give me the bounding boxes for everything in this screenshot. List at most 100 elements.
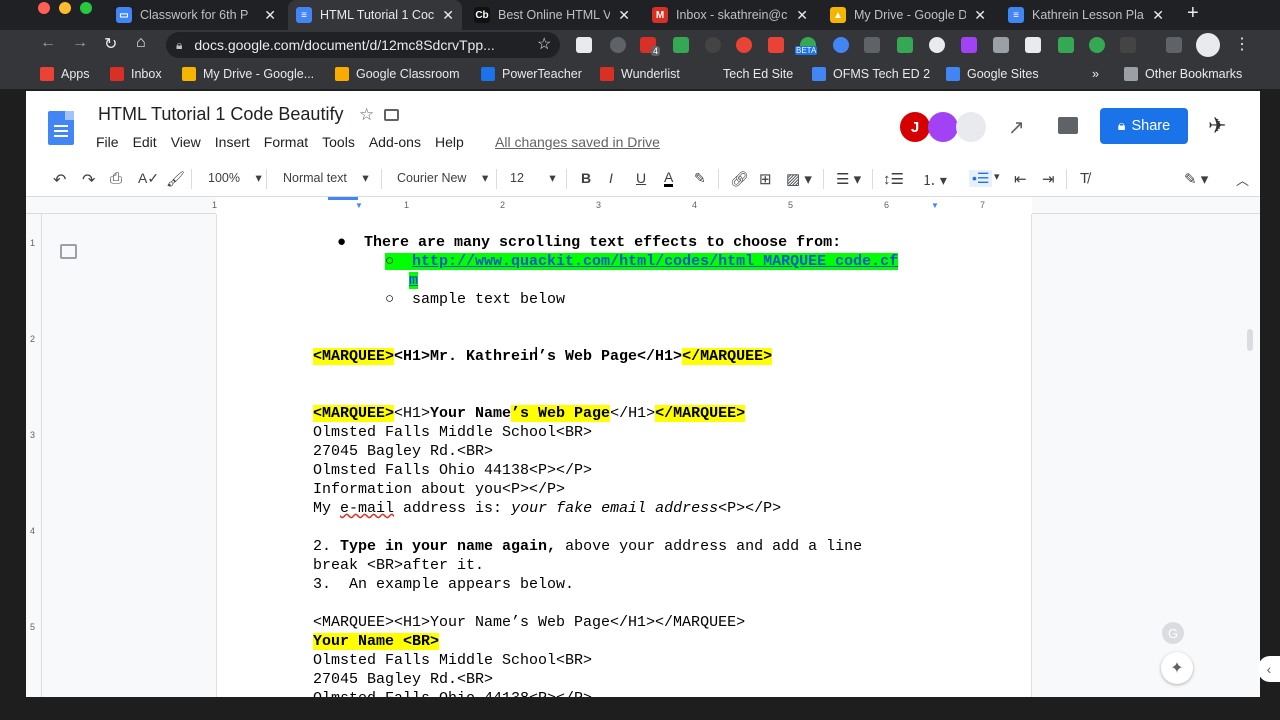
left-indent-icon[interactable]: ▼ [355,201,363,210]
font-size-select[interactable]: 12 ▾ [510,170,556,185]
activity-trend-icon[interactable]: ↗ [1008,115,1025,140]
insert-link-icon[interactable]: 🔗︎ [730,170,749,188]
right-indent-icon[interactable]: ▼ [931,201,939,210]
underline-icon[interactable]: U [636,170,646,186]
tab-html-tutorial[interactable]: ≡ HTML Tutorial 1 Coc ✕ [288,0,462,30]
extension-pen-icon[interactable] [833,37,849,53]
spellcheck-icon[interactable]: A✓ [138,170,159,187]
redo-icon[interactable]: ↷ [82,170,95,190]
clear-formatting-icon[interactable]: T̸ [1080,170,1089,187]
home-icon[interactable]: ⌂ [136,34,146,52]
bookmark-ofms[interactable]: OFMS Tech ED 2 [812,67,930,81]
paragraph-style-select[interactable]: Normal text ▾ [283,170,369,185]
numbered-list-icon[interactable]: ⒈ ▾ [922,170,947,190]
docs-logo-icon[interactable] [48,111,74,145]
font-select[interactable]: Courier New ▾ [397,170,488,185]
bookmark-other[interactable]: Other Bookmarks [1124,67,1242,81]
bookmarks-overflow-icon[interactable]: » [1092,67,1099,81]
tab-inbox[interactable]: M Inbox - skathrein@c ✕ [644,0,816,30]
extension-feather-icon[interactable] [897,37,913,53]
quackit-link[interactable]: http://www.quackit.com/html/codes/html_M… [412,253,898,270]
new-tab-button[interactable]: + [1187,2,1199,25]
menu-insert[interactable]: Insert [215,134,250,150]
close-tab-icon[interactable]: ✕ [1152,7,1164,24]
insert-image-icon[interactable]: ▨ ▾ [786,170,812,188]
highlight-pen-icon[interactable]: ✎ [694,170,706,187]
explore-icon[interactable]: ✦ [1161,652,1193,684]
bookmark-star-icon[interactable]: ☆ [537,34,551,54]
side-panel-toggle-icon[interactable]: ‹ [1258,656,1280,682]
menu-format[interactable]: Format [264,134,308,150]
bookmark-apps[interactable]: Apps [40,67,90,81]
document-page[interactable]: ● There are many scrolling text effects … [216,214,1032,697]
menu-edit[interactable]: Edit [133,134,157,150]
close-tab-icon[interactable]: ✕ [442,7,454,24]
bookmark-google-sites[interactable]: Google Sites [946,67,1039,81]
close-window-icon[interactable] [38,2,50,14]
undo-icon[interactable]: ↶ [53,170,66,190]
bold-icon[interactable]: B [581,170,591,186]
bookmark-my-drive[interactable]: My Drive - Google... [182,67,314,81]
forward-arrow-icon[interactable]: → [72,34,88,52]
browser-menu-icon[interactable]: ⋮ [1234,34,1250,54]
collaborator-avatar[interactable]: J [900,112,930,142]
menu-tools[interactable]: Tools [322,134,355,150]
indent-marker-icon[interactable] [328,197,358,200]
extension-slides-icon[interactable] [673,37,689,53]
text-color-icon[interactable]: A [664,170,674,187]
extension-div-icon[interactable] [864,37,880,53]
extension-help-icon[interactable] [929,37,945,53]
profile-avatar[interactable] [1196,33,1220,57]
close-tab-icon[interactable]: ✕ [796,7,808,24]
maximize-window-icon[interactable] [80,2,92,14]
extension-cast-icon[interactable] [1058,37,1074,53]
paint-format-icon[interactable]: 🖌︎ [166,170,185,188]
extension-purple-icon[interactable] [961,37,977,53]
extension-red-icon[interactable] [736,37,752,53]
bookmark-powerteacher[interactable]: PowerTeacher [481,67,582,81]
close-tab-icon[interactable]: ✕ [264,7,276,24]
tab-code-beautify[interactable]: Cb Best Online HTML V ✕ [466,0,638,30]
misspelled-word[interactable]: e-mail [340,500,394,517]
extension-reader-icon[interactable] [576,37,592,53]
extension-green-icon[interactable] [1089,37,1105,53]
menu-help[interactable]: Help [435,134,464,150]
comment-icon[interactable] [1058,117,1078,134]
save-status[interactable]: All changes saved in Drive [495,134,660,150]
italic-icon[interactable]: I [609,170,613,186]
extension-circle-icon[interactable] [610,37,626,53]
extension-video-icon[interactable] [768,37,784,53]
print-icon[interactable]: ⎙ [110,170,122,187]
menu-view[interactable]: View [171,134,201,150]
align-left-icon[interactable]: ☰ ▾ [836,170,861,188]
extension-screen-icon[interactable] [993,37,1009,53]
minimize-window-icon[interactable] [59,2,71,14]
share-button[interactable]: 🔒︎ Share [1100,108,1188,144]
menu-file[interactable]: File [96,134,119,150]
extension-menu-icon[interactable] [1166,37,1182,53]
add-comment-icon[interactable]: ⊞ [759,170,772,188]
zoom-select[interactable]: 100% ▾ [208,170,262,185]
tab-lesson-plan[interactable]: ≡ Kathrein Lesson Pla ✕ [1000,0,1172,30]
extension-disabled-icon[interactable] [705,37,721,53]
editing-mode-icon[interactable]: ✎ ▾ [1184,170,1208,188]
star-icon[interactable]: ☆ [359,105,374,125]
user-logo-icon[interactable]: ✈ [1208,113,1226,139]
increase-indent-icon[interactable]: ⇥ [1042,170,1055,188]
url-field[interactable]: 🔒︎ docs.google.com/document/d/12mc8Sdcrv… [166,32,560,58]
bookmark-inbox[interactable]: Inbox [110,67,162,81]
chevron-down-icon[interactable]: ▾ [994,170,1000,183]
decrease-indent-icon[interactable]: ⇤ [1014,170,1027,188]
line-spacing-icon[interactable]: ↕☰ [883,170,904,188]
extension-grid-icon[interactable] [1120,37,1136,53]
tab-my-drive[interactable]: ▲ My Drive - Google D ✕ [822,0,994,30]
bookmark-tech-ed[interactable]: Tech Ed Site [723,67,793,81]
scrollbar-thumb[interactable] [1247,329,1253,351]
close-tab-icon[interactable]: ✕ [618,7,630,24]
anonymous-user-icon[interactable] [956,112,986,142]
back-arrow-icon[interactable]: ← [40,34,56,52]
close-tab-icon[interactable]: ✕ [974,7,986,24]
menu-addons[interactable]: Add-ons [369,134,421,150]
bookmark-classroom[interactable]: Google Classroom [335,67,460,81]
quackit-link-cont[interactable]: m [409,272,419,289]
